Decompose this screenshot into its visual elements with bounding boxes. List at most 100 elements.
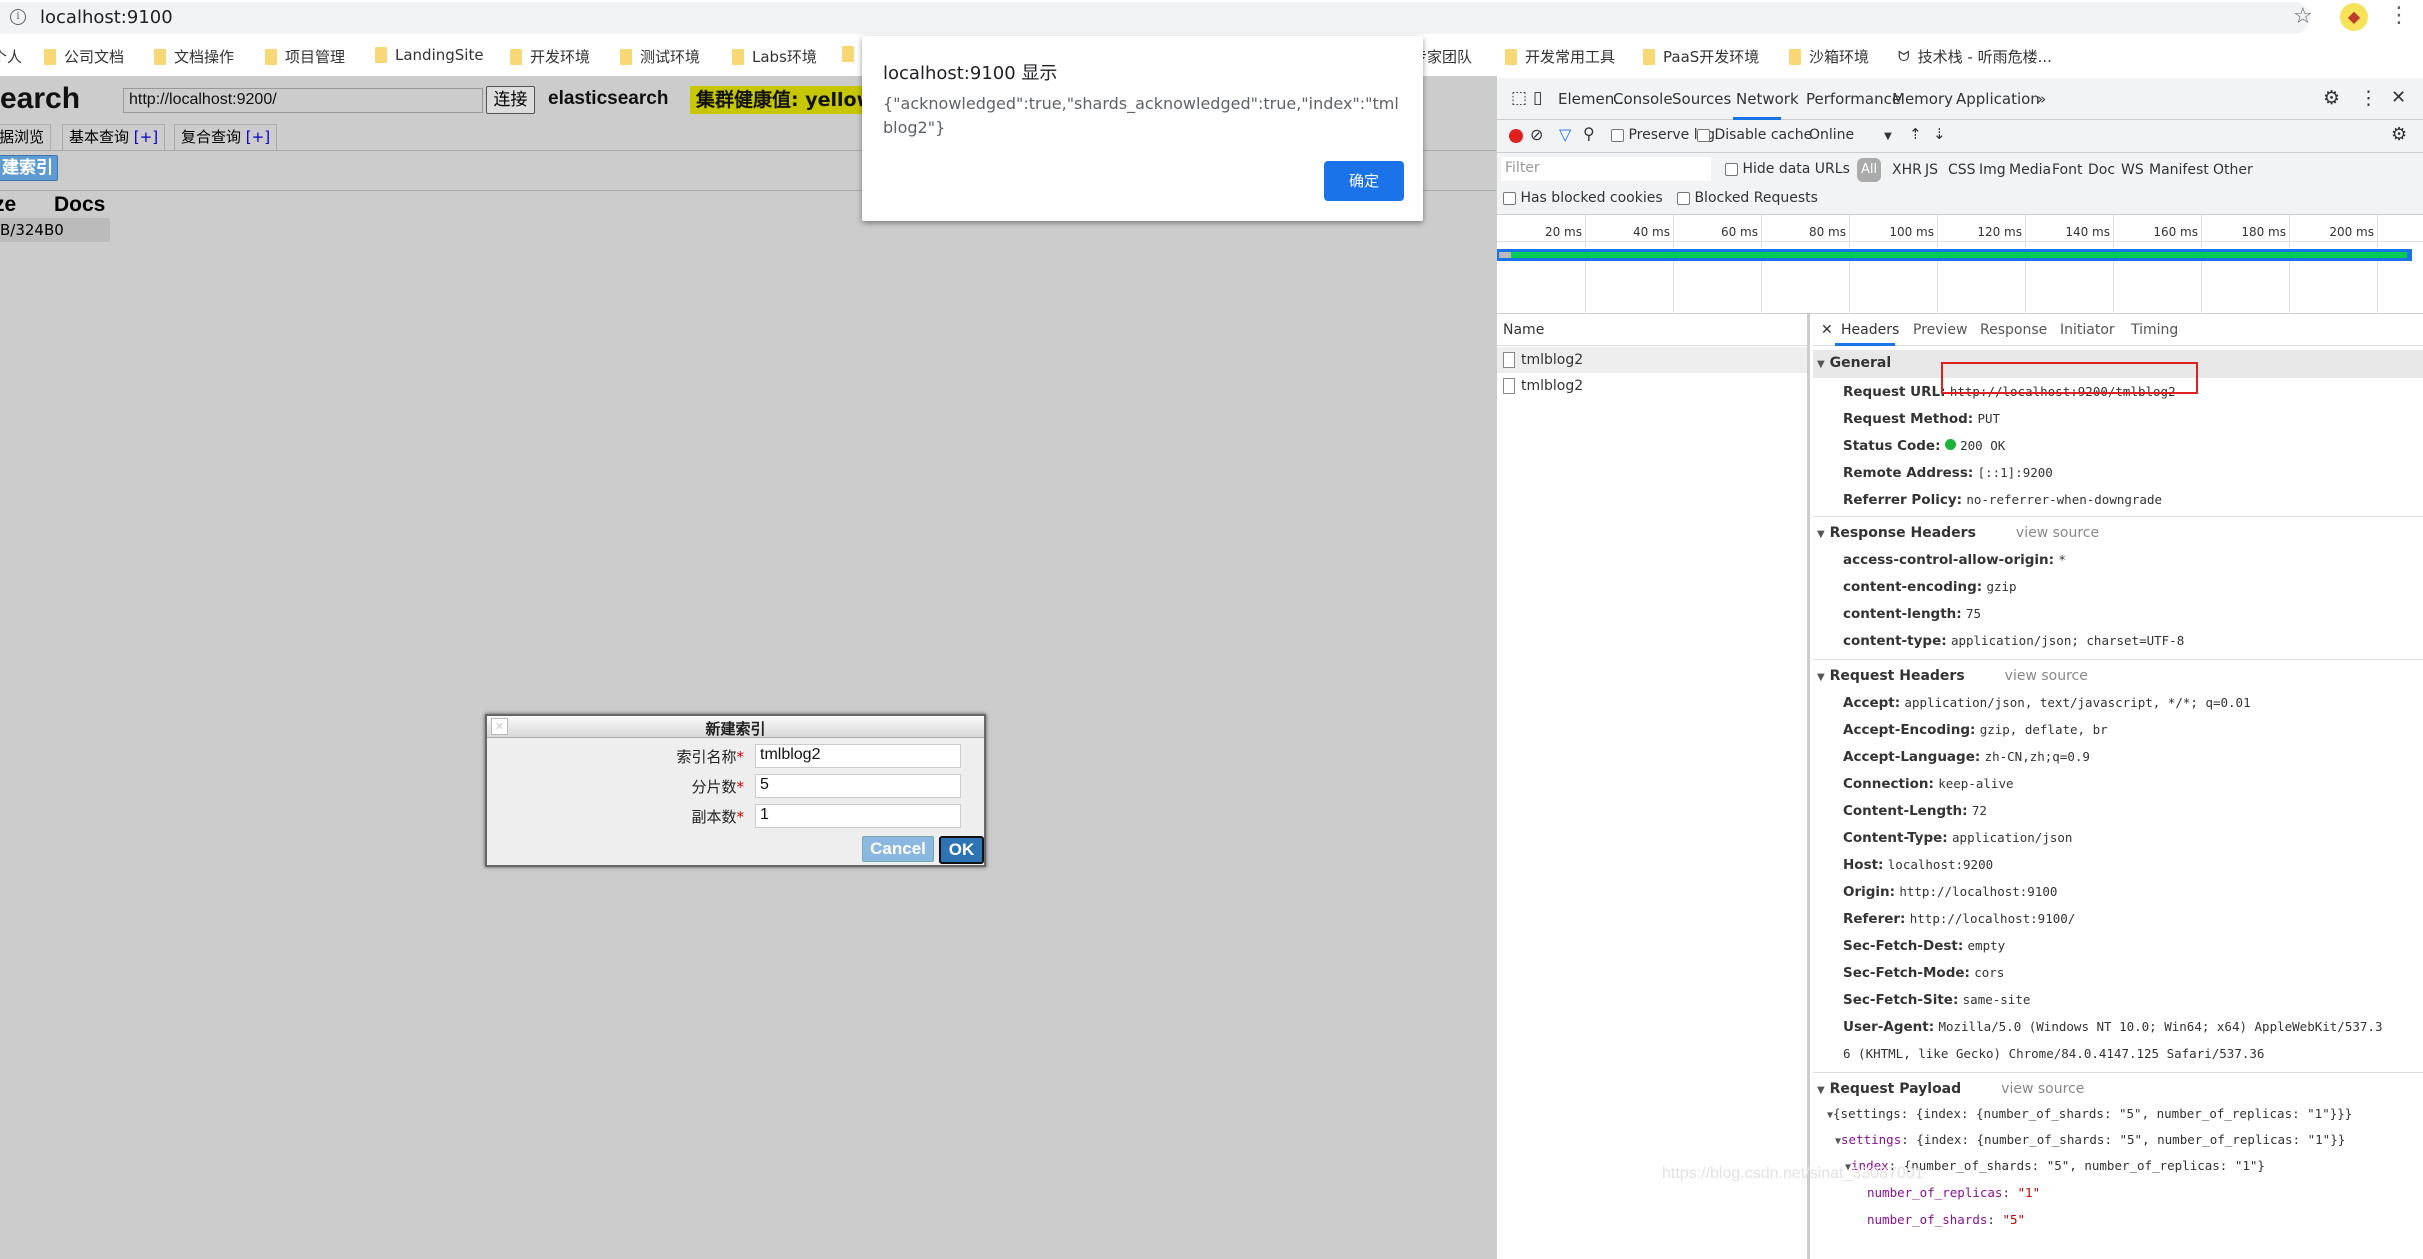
ok-button[interactable]: OK bbox=[939, 836, 984, 864]
checkbox[interactable] bbox=[1611, 128, 1624, 142]
close-details-icon[interactable]: ✕ bbox=[1821, 322, 1833, 338]
throttle-select[interactable]: Online ▼ bbox=[1809, 127, 1892, 143]
request-row[interactable]: tmlblog2 bbox=[1497, 347, 1807, 373]
tab-response[interactable]: Response bbox=[1980, 322, 2047, 338]
address-bar[interactable] bbox=[0, 2, 2310, 34]
tab-timing[interactable]: Timing bbox=[2131, 322, 2178, 338]
view-source-link[interactable]: view source bbox=[2016, 525, 2099, 541]
response-headers-section-header[interactable]: ▼ Response Headers view source bbox=[1813, 520, 2423, 548]
bookmark-item[interactable]: 开发环境 bbox=[510, 46, 590, 67]
tab-network[interactable]: Network bbox=[1736, 90, 1799, 108]
checkbox[interactable] bbox=[1677, 191, 1690, 205]
search-icon[interactable]: ⚲ bbox=[1583, 124, 1595, 143]
tab-initiator[interactable]: Initiator bbox=[2060, 322, 2115, 338]
shards-input[interactable]: 5 bbox=[755, 774, 961, 798]
header-key: access-control-allow-origin: bbox=[1843, 552, 2055, 568]
filter-icon[interactable]: ▽ bbox=[1559, 125, 1571, 144]
export-har-icon[interactable]: ⇣ bbox=[1933, 125, 1946, 143]
tab-basic-query[interactable]: 基本查询 [+] bbox=[62, 124, 166, 150]
type-filter-media[interactable]: Media bbox=[2009, 162, 2051, 178]
info-icon[interactable]: i bbox=[10, 9, 26, 25]
bookmark-item[interactable]: Labs环境 bbox=[732, 46, 817, 67]
bookmark-item[interactable]: 项目管理 bbox=[265, 46, 345, 67]
bookmark-item[interactable]: 测试环境 bbox=[620, 46, 700, 67]
tab-sources[interactable]: Sources bbox=[1672, 90, 1731, 108]
request-payload-section-header[interactable]: ▼ Request Payload view source bbox=[1813, 1076, 2423, 1104]
header-value: PUT bbox=[1977, 411, 2001, 426]
more-options-icon[interactable]: ⋮ bbox=[2359, 87, 2378, 109]
bookmark-item[interactable]: 个人 bbox=[0, 46, 22, 67]
bookmark-item[interactable] bbox=[842, 46, 854, 62]
network-settings-icon[interactable]: ⚙ bbox=[2391, 124, 2407, 145]
hide-data-urls-checkbox[interactable]: Hide data URLs bbox=[1725, 161, 1850, 177]
name-column-header[interactable]: Name bbox=[1497, 314, 1807, 346]
index-name-input[interactable]: tmlblog2 bbox=[755, 744, 961, 768]
type-filter-img[interactable]: Img bbox=[1979, 162, 2006, 178]
header-value: [::1]:9200 bbox=[1977, 465, 2053, 480]
view-source-link[interactable]: view source bbox=[2001, 1081, 2084, 1097]
more-tabs-button[interactable]: » bbox=[2037, 90, 2046, 108]
label-text: 副本数 bbox=[691, 808, 737, 826]
profile-avatar[interactable]: ◆ bbox=[2340, 3, 2368, 31]
close-devtools-icon[interactable]: ✕ bbox=[2391, 87, 2406, 108]
dialog-titlebar[interactable]: 新建索引 ✕ bbox=[487, 716, 984, 738]
type-filter-css[interactable]: CSS bbox=[1948, 162, 1976, 178]
checkbox[interactable] bbox=[1725, 162, 1738, 176]
blocked-requests-checkbox[interactable]: Blocked Requests bbox=[1677, 190, 1818, 206]
section-title: Request Headers bbox=[1829, 668, 1965, 684]
record-icon[interactable] bbox=[1509, 129, 1523, 143]
filter-input[interactable]: Filter bbox=[1501, 157, 1711, 181]
tab-console[interactable]: Console bbox=[1613, 90, 1673, 108]
view-source-link[interactable]: view source bbox=[2005, 668, 2088, 684]
connect-button[interactable]: 连接 bbox=[486, 86, 535, 114]
clear-icon[interactable]: ⊘ bbox=[1530, 125, 1543, 144]
bookmark-item[interactable]: ᗢ 技术栈 - 听雨危楼... bbox=[1898, 46, 2052, 67]
bookmark-item[interactable]: 公司文档 bbox=[44, 46, 124, 67]
request-headers-section-header[interactable]: ▼ Request Headers view source bbox=[1813, 663, 2423, 691]
tab-memory[interactable]: Memory bbox=[1892, 90, 1953, 108]
bookmark-item[interactable]: 沙箱环境 bbox=[1789, 46, 1869, 67]
type-filter-manifest[interactable]: Manifest bbox=[2149, 162, 2209, 178]
add-tab-button[interactable]: [+] bbox=[246, 128, 270, 146]
bookmark-item[interactable]: 文档操作 bbox=[154, 46, 234, 67]
bookmark-item[interactable]: 开发常用工具 bbox=[1505, 46, 1615, 67]
bookmark-item[interactable]: LandingSite bbox=[375, 46, 484, 64]
connect-url-input[interactable]: http://localhost:9200/ bbox=[123, 88, 483, 113]
tab-data-browse[interactable]: 据浏览 bbox=[0, 124, 52, 150]
address-text[interactable]: localhost:9100 bbox=[40, 7, 173, 28]
alert-ok-button[interactable]: 确定 bbox=[1324, 161, 1404, 201]
network-timeline-overview[interactable]: 20 ms 40 ms 60 ms 80 ms 100 ms 120 ms 14… bbox=[1497, 215, 2423, 314]
tab-headers[interactable]: Headers bbox=[1841, 322, 1899, 338]
add-tab-button[interactable]: [+] bbox=[134, 128, 158, 146]
bookmark-star-icon[interactable]: ☆ bbox=[2293, 4, 2313, 29]
type-filter-all[interactable]: All bbox=[1857, 158, 1881, 182]
tab-application[interactable]: Application bbox=[1956, 90, 2040, 108]
tab-compound-query[interactable]: 复合查询 [+] bbox=[174, 124, 278, 150]
new-index-button[interactable]: 建索引 bbox=[0, 155, 58, 181]
checkbox[interactable] bbox=[1697, 128, 1710, 142]
request-row[interactable]: tmlblog2 bbox=[1497, 373, 1807, 399]
type-filter-font[interactable]: Font bbox=[2052, 162, 2082, 178]
checkbox[interactable] bbox=[1503, 191, 1516, 205]
type-filter-xhr[interactable]: XHR bbox=[1892, 162, 1922, 178]
inspect-element-icon[interactable]: ⬚ bbox=[1511, 88, 1527, 108]
tab-performance[interactable]: Performance bbox=[1806, 90, 1901, 108]
type-filter-doc[interactable]: Doc bbox=[2088, 162, 2115, 178]
has-blocked-cookies-checkbox[interactable]: Has blocked cookies bbox=[1503, 190, 1663, 206]
device-toolbar-icon[interactable]: ▯ bbox=[1533, 88, 1542, 108]
type-filter-other[interactable]: Other bbox=[2213, 162, 2253, 178]
settings-gear-icon[interactable]: ⚙ bbox=[2323, 87, 2340, 109]
replicas-input[interactable]: 1 bbox=[755, 804, 961, 828]
payload-settings-node[interactable]: ▼settings: {index: {number_of_shards: "5… bbox=[1835, 1132, 2345, 1147]
close-icon[interactable]: ✕ bbox=[491, 718, 508, 735]
cancel-button[interactable]: Cancel bbox=[862, 836, 934, 862]
type-filter-js[interactable]: JS bbox=[1925, 162, 1938, 178]
tab-preview[interactable]: Preview bbox=[1913, 322, 1968, 338]
import-har-icon[interactable]: ⇡ bbox=[1909, 125, 1922, 143]
bookmark-item[interactable]: PaaS开发环境 bbox=[1643, 46, 1759, 67]
menu-kebab-icon[interactable]: ⋮ bbox=[2388, 3, 2410, 28]
disable-cache-checkbox[interactable]: Disable cache bbox=[1697, 127, 1812, 143]
header-value: 6 (KHTML, like Gecko) Chrome/84.0.4147.1… bbox=[1843, 1046, 2265, 1061]
payload-root-node[interactable]: ▼{settings: {index: {number_of_shards: "… bbox=[1827, 1106, 2352, 1121]
type-filter-ws[interactable]: WS bbox=[2121, 162, 2144, 178]
